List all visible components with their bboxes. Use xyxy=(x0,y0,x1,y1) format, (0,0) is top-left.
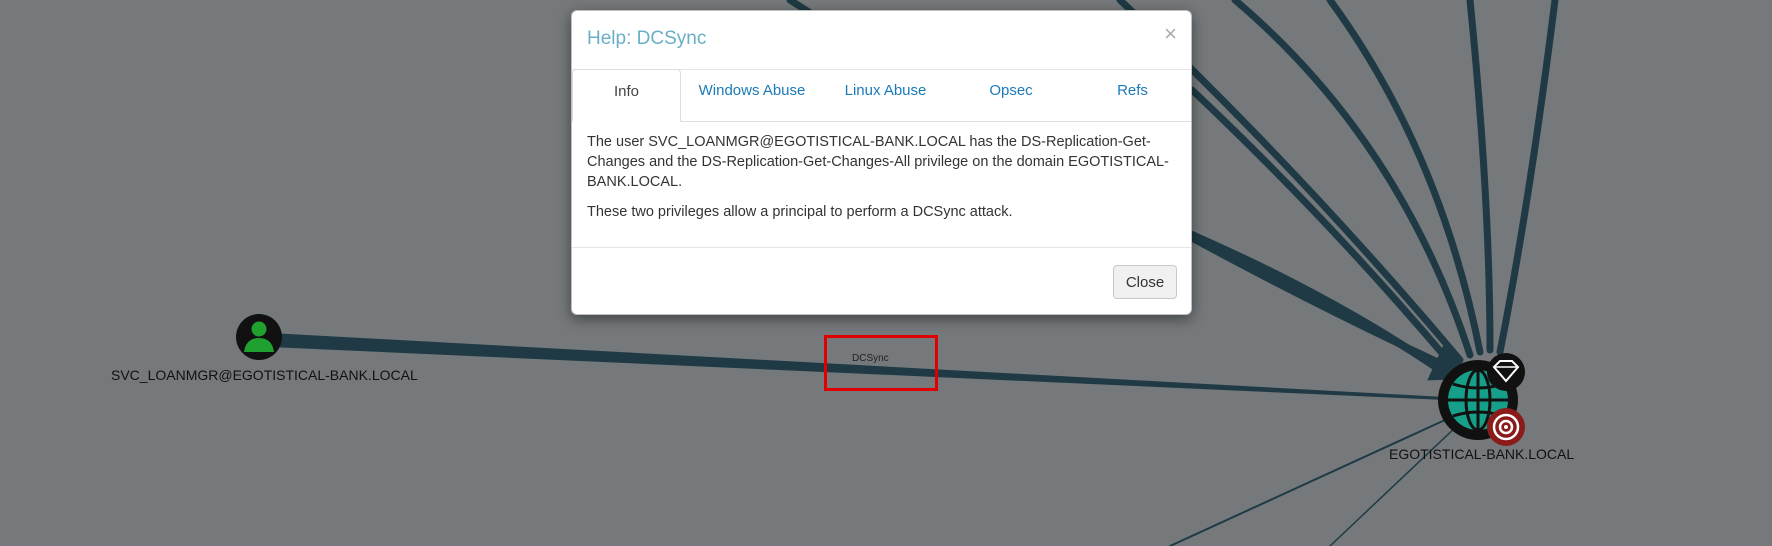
source-node-label: SVC_LOANMGR@EGOTISTICAL-BANK.LOCAL xyxy=(111,367,418,383)
tab-refs[interactable]: Refs xyxy=(1074,69,1191,121)
modal-tabs: Info Windows Abuse Linux Abuse Opsec Ref… xyxy=(572,69,1191,122)
user-icon-head xyxy=(251,321,267,337)
source-user-node[interactable] xyxy=(236,314,282,360)
tab-windows-abuse[interactable]: Windows Abuse xyxy=(681,69,823,121)
highlight-box xyxy=(824,335,938,391)
tab-opsec[interactable]: Opsec xyxy=(948,69,1074,121)
close-button[interactable]: Close xyxy=(1113,265,1177,299)
target-node-label: EGOTISTICAL-BANK.LOCAL xyxy=(1389,446,1575,462)
edge-upper-6 xyxy=(1496,0,1559,356)
info-paragraph-1: The user SVC_LOANMGR@EGOTISTICAL-BANK.LO… xyxy=(587,134,1169,190)
modal-title: Help: DCSync xyxy=(587,28,707,49)
help-modal: Help: DCSync × Info Windows Abuse Linux … xyxy=(571,10,1192,315)
high-value-diamond-badge xyxy=(1487,353,1525,391)
user-node-circle[interactable] xyxy=(236,314,282,360)
tab-linux-abuse[interactable]: Linux Abuse xyxy=(823,69,948,121)
modal-footer: Close xyxy=(572,247,1191,315)
modal-body: The user SVC_LOANMGR@EGOTISTICAL-BANK.LO… xyxy=(587,132,1177,232)
close-icon[interactable]: × xyxy=(1164,23,1177,45)
tab-info[interactable]: Info xyxy=(572,69,681,122)
edge-lower-1 xyxy=(1169,419,1446,546)
edge-upper-5 xyxy=(1466,0,1494,354)
info-paragraph-2: These two privileges allow a principal t… xyxy=(587,204,1013,220)
modal-header: Help: DCSync × xyxy=(572,11,1191,70)
edge-upper-3 xyxy=(1231,0,1474,359)
